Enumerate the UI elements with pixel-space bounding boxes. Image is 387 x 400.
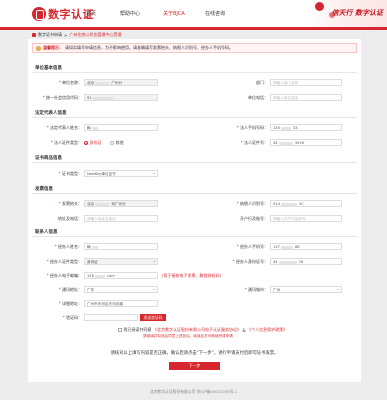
city-select[interactable]: 广州: [270, 286, 342, 293]
header-divider: [0, 27, 387, 30]
breadcrumb-sep: >: [64, 32, 68, 38]
invoice-title-label: * 发票抬头：: [58, 201, 82, 206]
nav-consult[interactable]: 在线咨询: [205, 10, 225, 17]
breadcrumb-icon: [32, 33, 36, 37]
section-product: 证书商品信息: [35, 156, 62, 161]
legal-name-label: * 法定代表人姓名：: [46, 125, 82, 130]
slogan-banner: 信天行 数字认证: [307, 0, 387, 27]
agreement-row: 我已阅读并同意 《北京数字认证股份有限公司电子认证服务协议》 & 《个人信息保护…: [118, 327, 287, 333]
breadcrumb-home[interactable]: 数字证书申请: [38, 32, 62, 38]
section-legal: 法定代表人信息: [35, 111, 67, 116]
contact-email-input[interactable]: 126 com: [84, 272, 158, 279]
idtype-other-radio[interactable]: 其他: [110, 140, 124, 146]
divider: [32, 72, 357, 73]
contact-email-label: * 经办人电子邮箱：: [46, 273, 82, 278]
contact-idtype-select[interactable]: 身份证: [84, 258, 158, 265]
bank-input[interactable]: 请输入开户行及账号: [270, 215, 342, 222]
section-unit: 单位基本信息: [35, 66, 62, 71]
send-code-button[interactable]: 发送验证码: [140, 314, 166, 321]
contact-idno-input[interactable]: 44 18: [270, 258, 342, 265]
unit-phone-label: 单位电话：: [248, 95, 268, 100]
legal-mobile-label: * 法人手机号码：: [236, 125, 268, 130]
taxid-label: * 纳税人识别号：: [236, 201, 268, 206]
cert-type-label: * 证书类型：: [58, 171, 82, 176]
legal-idno-label: * 法人证件号：: [240, 140, 268, 145]
divider: [32, 236, 357, 237]
province-select[interactable]: 广东: [84, 286, 158, 293]
contact-mobile-input[interactable]: 137 86: [270, 243, 342, 250]
logo[interactable]: 数字认证: [32, 6, 94, 21]
nav-home[interactable]: 首页: [86, 10, 96, 17]
confirm-text: 请核对以上填写内容是否正确，确认后请点击“下一步”，进行申请支付后即可证书发票。: [110, 351, 279, 356]
divider: [32, 193, 357, 194]
contact-idno-label: * 经办人身份证号：: [232, 259, 268, 264]
logo-icon: [32, 6, 46, 21]
legal-idtype-label: * 法人证件类型：: [50, 140, 82, 145]
bank-label: 开户行及账号：: [240, 216, 268, 221]
legal-mobile-input[interactable]: 130 33: [270, 124, 342, 131]
credit-code-input[interactable]: 91: [84, 94, 158, 101]
contact-name-input[interactable]: 翰: [84, 243, 158, 250]
dept-label: 部门：: [256, 80, 268, 85]
invoice-title-input[interactable]: 北京 司广州分: [84, 200, 158, 207]
divider: [32, 162, 357, 163]
dept-input[interactable]: 请输入部门名称: [270, 79, 342, 86]
code-input[interactable]: [84, 314, 138, 321]
notice-bar: ! 温馨提示： 请如实填写申请信息，为不影响使用，请准确填写发票抬头、纳税人识别…: [32, 43, 357, 53]
agree-checkbox[interactable]: [118, 328, 122, 332]
radio-checked-icon: [84, 141, 88, 145]
email-hint: (用于接收电子发票、解锁授权码): [162, 273, 222, 278]
slogan: 信天行 数字认证: [331, 9, 383, 17]
privacy-policy-link[interactable]: 《个人信息保护政策》: [247, 327, 287, 333]
credit-code-label: * 统一社会信用代码：: [42, 95, 82, 100]
agree-prefix: 我已阅读并同意: [123, 327, 152, 332]
contact-name-label: * 经办人姓名：: [54, 244, 82, 249]
breadcrumb: 数字证书申请 > 广州住房公积金管理中心受理: [32, 32, 121, 38]
notice-title: 温馨提示：: [43, 45, 63, 50]
lantern-icon: [315, 2, 324, 11]
agree-and: &: [242, 327, 246, 333]
cert-type-select[interactable]: NewKey单位证书: [84, 170, 158, 177]
contact-idtype-label: * 经办人证件类型：: [46, 259, 82, 264]
invoice-addr-label: 地址及电话：: [58, 216, 82, 221]
application-form: ! 温馨提示： 请如实填写申请信息，为不影响使用，请准确填写发票抬头、纳税人识别…: [28, 39, 361, 382]
legal-idno-input[interactable]: 34 3916: [270, 139, 342, 146]
footer: 北京数字认证股份有限公司 京ICP备05021035号-1: [149, 389, 238, 394]
legal-name-input[interactable]: 翰: [84, 124, 158, 131]
contact-mobile-label: * 经办人手机号：: [236, 244, 268, 249]
nav-about[interactable]: 关于BJCA: [163, 10, 185, 17]
address-label: * 详细地址：: [58, 301, 82, 306]
nav-help[interactable]: 帮助中心: [120, 10, 140, 17]
unit-phone-input[interactable]: 请输入单位电话: [270, 94, 342, 101]
notice-text: 请如实填写申请信息，为不影响使用，请准确填写发票抬头、纳税人识别号、经办人手机号…: [65, 45, 233, 50]
taxid-input[interactable]: 914 2C: [270, 200, 342, 207]
header: 数字认证 首页 帮助中心 关于BJCA 在线咨询 信天行 数字认证: [0, 0, 387, 27]
code-label: * 验证码：: [62, 315, 82, 320]
radio-unchecked-icon: [110, 141, 114, 145]
next-button[interactable]: 下一步: [169, 362, 220, 370]
service-agreement-link[interactable]: 《北京数字认证股份有限公司电子认证服务协议》: [153, 327, 241, 333]
idtype-idcard-radio[interactable]: 身份证: [84, 140, 102, 146]
section-contact: 联系人信息: [35, 230, 58, 235]
address-input[interactable]: 广州市天河区天河北路: [84, 300, 158, 307]
warning-icon: !: [36, 45, 41, 51]
city-label: * 通讯城市：: [244, 287, 268, 292]
invoice-addr-input[interactable]: 请输入地址及电话: [84, 215, 158, 222]
unit-name-label: * 单位名称：: [58, 80, 82, 85]
agree-note: 请阅读并勾选后同意上述协议，阅读后方可继续完成申请: [143, 334, 233, 338]
section-invoice: 发票信息: [35, 187, 53, 192]
divider: [32, 117, 357, 118]
breadcrumb-current: 广州住房公积金管理中心受理: [69, 32, 122, 37]
unit-name-input[interactable]: 北京 广州分: [84, 79, 158, 86]
province-label: * 通讯地址：: [58, 287, 82, 292]
